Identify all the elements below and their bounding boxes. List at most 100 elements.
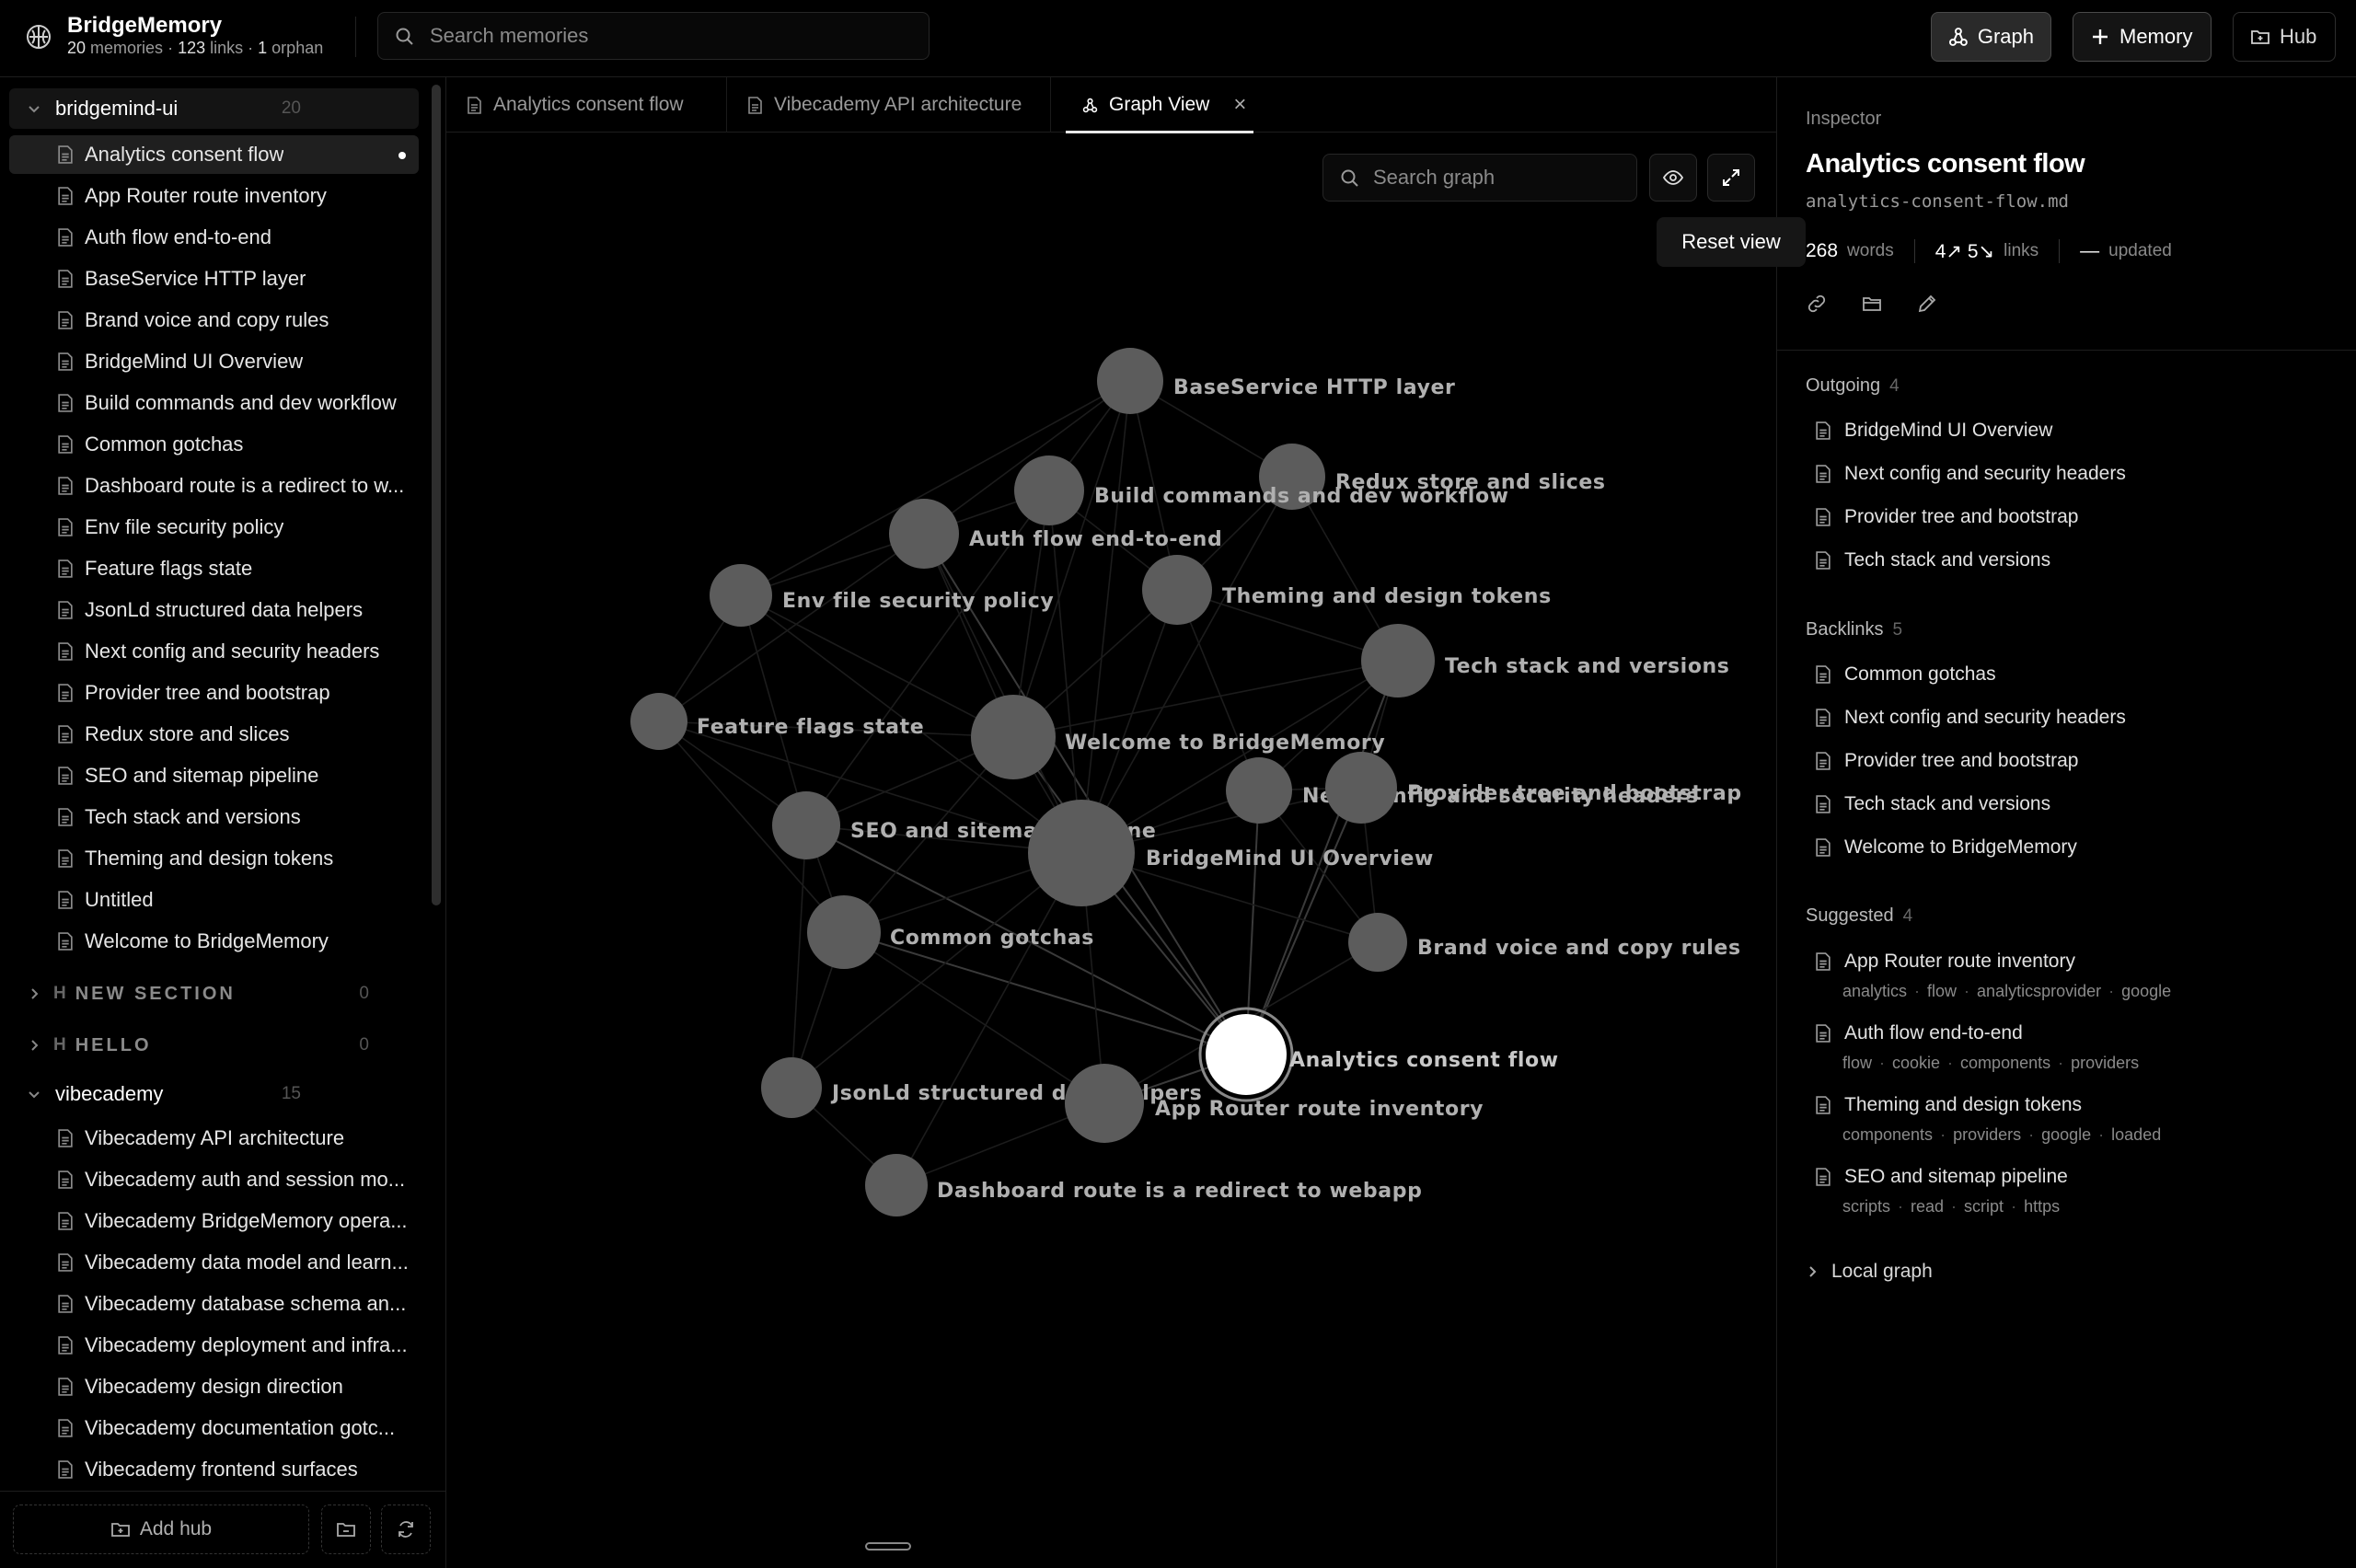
memory-item[interactable]: SEO and sitemap pipeline	[9, 756, 419, 795]
suggested-link[interactable]: SEO and sitemap pipeline	[1806, 1159, 2068, 1195]
graph-node-circle[interactable]	[772, 791, 840, 859]
graph-node-circle[interactable]	[1065, 1064, 1144, 1143]
memory-item[interactable]: BaseService HTTP layer	[9, 259, 419, 298]
memory-item[interactable]: Env file security policy	[9, 508, 419, 547]
outgoing-link[interactable]: BridgeMind UI Overview	[1806, 412, 2052, 449]
memory-item[interactable]: Provider tree and bootstrap	[9, 674, 419, 712]
memory-item[interactable]: Vibecademy documentation gotc...	[9, 1409, 419, 1447]
hub-button[interactable]: Hub	[2233, 12, 2336, 62]
memory-item[interactable]: JsonLd structured data helpers	[9, 591, 419, 629]
backlink[interactable]: Common gotchas	[1806, 656, 1996, 693]
backlink[interactable]: Provider tree and bootstrap	[1806, 743, 2078, 779]
memory-item[interactable]: Brand voice and copy rules	[9, 301, 419, 340]
add-hub-button[interactable]: Add hub	[13, 1505, 309, 1554]
graph-node-circle[interactable]	[630, 693, 687, 750]
section-header[interactable]: H HELLO 0	[9, 1027, 419, 1064]
graph-button[interactable]: Graph	[1931, 12, 2051, 62]
memory-item[interactable]: Feature flags state	[9, 549, 419, 588]
hub-group-bridgemind-ui[interactable]: bridgemind-ui 20	[9, 88, 419, 129]
graph-node[interactable]: Provider tree and bootstrap	[1325, 752, 1742, 824]
memory-item[interactable]: Vibecademy auth and session mo...	[9, 1160, 419, 1199]
graph-node-circle[interactable]	[761, 1057, 822, 1118]
memory-search[interactable]	[377, 12, 930, 60]
memory-item[interactable]: Analytics consent flow	[9, 135, 419, 174]
memory-item[interactable]: Vibecademy database schema an...	[9, 1285, 419, 1323]
graph-node-circle[interactable]	[1361, 624, 1435, 698]
backlink[interactable]: Next config and security headers	[1806, 699, 2126, 736]
graph-canvas[interactable]: BaseService HTTP layerRedux store and sl…	[446, 133, 1777, 1568]
suggested-link[interactable]: Theming and design tokens	[1806, 1087, 2082, 1124]
graph-node[interactable]: Env file security policy	[710, 564, 1054, 627]
memory-item[interactable]: Vibecademy design direction	[9, 1367, 419, 1406]
graph-node[interactable]: BaseService HTTP layer	[1097, 348, 1455, 414]
close-tab-icon[interactable]: ×	[1233, 92, 1246, 118]
memory-item[interactable]: Dashboard route is a redirect to w...	[9, 467, 419, 505]
memory-item[interactable]: Common gotchas	[9, 425, 419, 464]
graph-edge	[1245, 787, 1362, 1055]
graph-node-circle[interactable]	[1206, 1014, 1287, 1095]
memory-item[interactable]: Redux store and slices	[9, 715, 419, 754]
link-icon[interactable]	[1806, 293, 1828, 315]
memory-item[interactable]: App Router route inventory	[9, 177, 419, 215]
outgoing-link[interactable]: Next config and security headers	[1806, 455, 2126, 492]
outgoing-link[interactable]: Tech stack and versions	[1806, 542, 2050, 579]
graph-node-circle[interactable]	[1226, 757, 1292, 824]
graph-edge	[895, 852, 1082, 1186]
hub-group-vibecademy[interactable]: vibecademy 15	[9, 1074, 419, 1114]
graph-search[interactable]	[1322, 154, 1637, 202]
tab-graph-view[interactable]: Graph View ×	[1066, 77, 1253, 133]
graph-node-circle[interactable]	[1028, 800, 1135, 906]
graph-node-circle[interactable]	[1325, 752, 1397, 824]
local-graph-toggle[interactable]: Local graph	[1806, 1261, 1933, 1283]
memory-item[interactable]: Next config and security headers	[9, 632, 419, 671]
graph-node-circle[interactable]	[865, 1154, 928, 1216]
graph-node-circle[interactable]	[1097, 348, 1163, 414]
tab-bar: Analytics consent flow Vibecademy API ar…	[446, 77, 1777, 133]
toggle-visibility-button[interactable]	[1649, 154, 1697, 202]
memory-item[interactable]: Vibecademy BridgeMemory opera...	[9, 1202, 419, 1240]
backlink[interactable]: Tech stack and versions	[1806, 786, 2050, 823]
memory-item[interactable]: BridgeMind UI Overview	[9, 342, 419, 381]
outgoing-link[interactable]: Provider tree and bootstrap	[1806, 499, 2078, 536]
graph-node[interactable]: Dashboard route is a redirect to webapp	[865, 1154, 1422, 1216]
pencil-icon[interactable]	[1916, 293, 1938, 315]
memory-item[interactable]: Vibecademy API architecture	[9, 1119, 419, 1158]
memory-item[interactable]: Untitled	[9, 881, 419, 919]
graph-node[interactable]: Tech stack and versions	[1361, 624, 1730, 698]
tab-vibecademy-api-architecture[interactable]: Vibecademy API architecture	[727, 77, 1051, 133]
tab-analytics-consent-flow[interactable]: Analytics consent flow	[446, 77, 727, 133]
graph-node[interactable]: Welcome to BridgeMemory	[971, 695, 1385, 779]
graph-node-circle[interactable]	[1348, 913, 1407, 972]
graph-node-circle[interactable]	[1142, 555, 1212, 625]
suggested-link[interactable]: App Router route inventory	[1806, 943, 2075, 980]
memory-item[interactable]: Tech stack and versions	[9, 798, 419, 836]
graph-node-circle[interactable]	[1014, 455, 1084, 525]
memory-item[interactable]: Vibecademy deployment and infra...	[9, 1326, 419, 1365]
new-folder-button[interactable]	[321, 1505, 371, 1554]
tag: flow	[1842, 1054, 1873, 1072]
refresh-button[interactable]	[381, 1505, 431, 1554]
reset-view-button[interactable]	[1707, 154, 1755, 202]
memory-item[interactable]: Welcome to BridgeMemory	[9, 922, 419, 961]
graph-node-circle[interactable]	[971, 695, 1056, 779]
memory-item[interactable]: Theming and design tokens	[9, 839, 419, 878]
backlink[interactable]: Welcome to BridgeMemory	[1806, 829, 2077, 866]
new-memory-button[interactable]: Memory	[2073, 12, 2212, 62]
folder-icon[interactable]	[1861, 293, 1883, 315]
memory-search-input[interactable]	[430, 13, 908, 59]
memory-item[interactable]: Build commands and dev workflow	[9, 384, 419, 422]
graph-node-circle[interactable]	[889, 499, 959, 569]
sidebar-scrollbar[interactable]	[432, 85, 441, 905]
suggested-link[interactable]: Auth flow end-to-end	[1806, 1015, 2023, 1052]
graph-node-circle[interactable]	[807, 895, 881, 969]
memory-item[interactable]: Vibecademy data model and learn...	[9, 1243, 419, 1282]
graph-node[interactable]: Analytics consent flow	[1198, 1007, 1559, 1102]
graph-node[interactable]: Theming and design tokens	[1142, 555, 1552, 625]
section-header[interactable]: H NEW SECTION 0	[9, 975, 419, 1012]
graph-node[interactable]: Brand voice and copy rules	[1348, 913, 1741, 972]
graph-search-input[interactable]	[1373, 155, 1622, 201]
memory-item[interactable]: Auth flow end-to-end	[9, 218, 419, 257]
memory-item[interactable]: Vibecademy frontend surfaces	[9, 1450, 419, 1489]
panel-resize-handle[interactable]	[865, 1542, 911, 1551]
graph-node-circle[interactable]	[710, 564, 772, 627]
